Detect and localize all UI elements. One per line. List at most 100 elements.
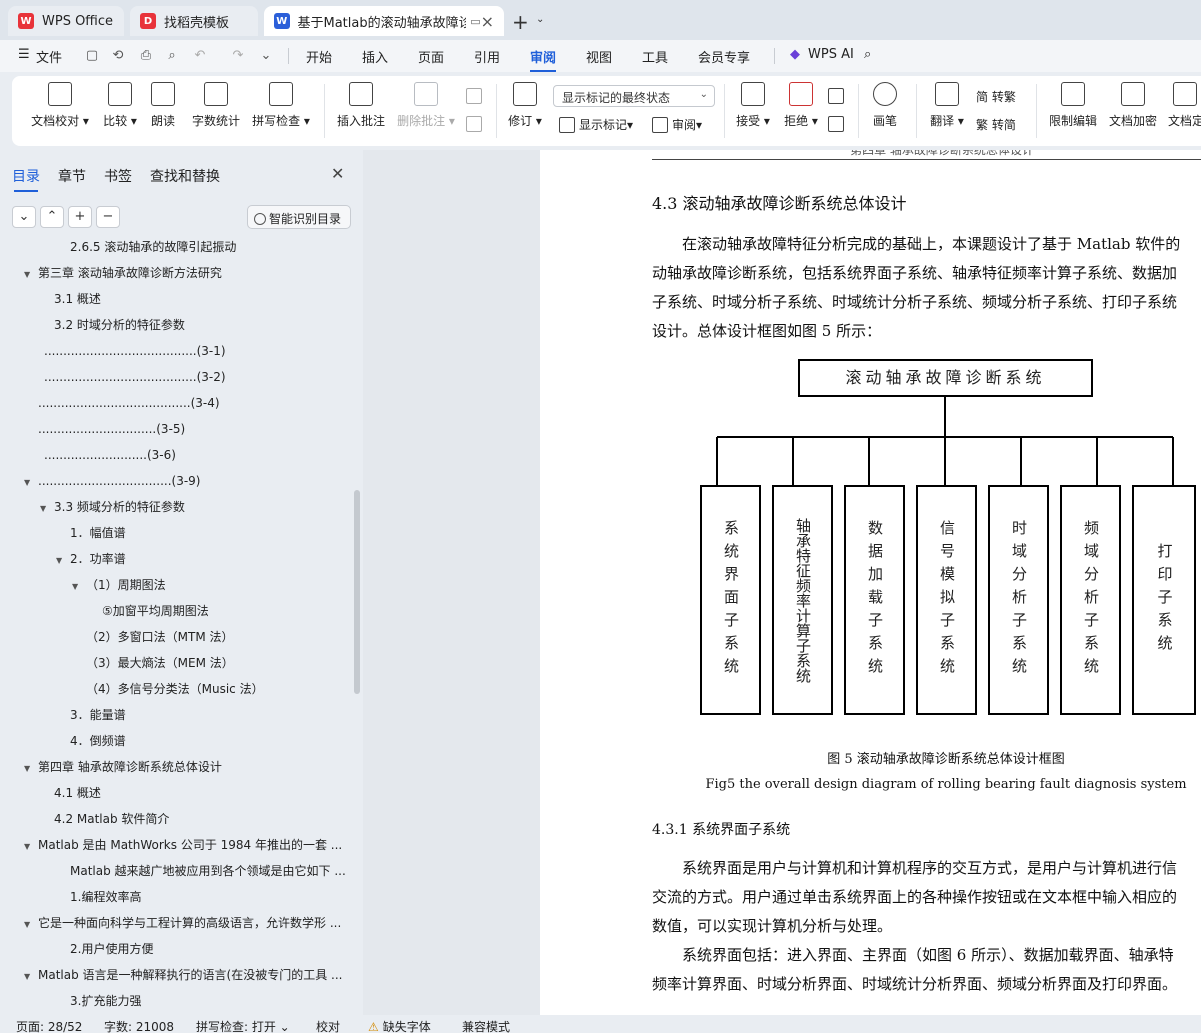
toc-item[interactable]: 1.编程效率高 — [0, 884, 350, 910]
prev-change-icon[interactable] — [828, 88, 848, 104]
toc-item[interactable]: （2）多窗口法（MTM 法） — [0, 624, 350, 650]
menu-review[interactable]: 审阅 — [530, 47, 557, 72]
delete-comment-button[interactable]: 删除批注 ▾ — [396, 82, 456, 129]
toc-item[interactable]: 2.6.5 滚动轴承的故障引起振动 — [0, 238, 350, 260]
collapse-arrow-icon[interactable]: ▼ — [24, 470, 36, 494]
translate-button[interactable]: 翻译 ▾ — [928, 82, 966, 129]
close-tab-icon[interactable]: × — [481, 12, 494, 31]
doc-finalize-button[interactable]: 文档定 — [1168, 82, 1201, 129]
word-count-status[interactable]: 字数: 21008 — [104, 1018, 174, 1033]
toc-scrollbar[interactable] — [354, 490, 360, 694]
toc-item[interactable]: ...............................(3-5) — [0, 416, 350, 442]
proofread-status[interactable]: 校对 — [316, 1018, 340, 1033]
toc-item[interactable]: （4）多信号分类法（Music 法） — [0, 676, 350, 702]
toc-item[interactable]: ........................................… — [0, 338, 350, 364]
review-pane-button[interactable]: 审阅 ▾ — [652, 116, 702, 133]
word-count-button[interactable]: 字数统计 — [188, 82, 244, 129]
page-indicator[interactable]: 页面: 28/52 — [16, 1018, 82, 1033]
menu-file[interactable]: 文件 — [36, 47, 62, 66]
next-change-icon[interactable] — [828, 116, 848, 132]
expand-down-button[interactable]: ⌄ — [12, 206, 36, 228]
tab-wps-office[interactable]: W WPS Office — [8, 6, 124, 36]
toc-item[interactable]: ▼ ...................................(3-9… — [0, 468, 350, 494]
toc-item[interactable]: 3.1 概述 — [0, 286, 350, 312]
toc-item[interactable]: ▼ 3.3 频域分析的特征参数 — [0, 494, 350, 520]
toc-item[interactable]: 3．能量谱 — [0, 702, 350, 728]
toc-item[interactable]: ........................................… — [0, 364, 350, 390]
read-aloud-button[interactable]: 朗读 — [148, 82, 178, 129]
collapse-up-button[interactable]: ⌃ — [40, 206, 64, 228]
close-pane-icon[interactable]: ✕ — [331, 164, 344, 183]
redo-icon[interactable]: ↷ — [230, 48, 246, 64]
menu-tools[interactable]: 工具 — [642, 47, 668, 66]
collapse-arrow-icon[interactable]: ▼ — [24, 964, 36, 988]
menu-home[interactable]: 开始 — [306, 47, 332, 66]
tab-document[interactable]: W 基于Matlab的滚动轴承故障诊 ▭ × — [264, 6, 504, 36]
menu-references[interactable]: 引用 — [474, 47, 500, 66]
spell-check-status[interactable]: 拼写检查: 打开 ⌄ — [196, 1018, 290, 1033]
collapse-arrow-icon[interactable]: ▼ — [24, 912, 36, 936]
toc-item[interactable]: ⑤加窗平均周期图法 — [0, 598, 350, 624]
undo-icon[interactable]: ↶ — [192, 48, 208, 64]
show-markup-button[interactable]: 显示标记 ▾ — [559, 116, 633, 133]
to-traditional-button[interactable]: 简 转繁 — [976, 88, 1016, 105]
accept-button[interactable]: 接受 ▾ — [734, 82, 772, 129]
doc-check-button[interactable]: 文档校对 ▾ — [28, 82, 92, 129]
remove-heading-button[interactable]: − — [96, 206, 120, 228]
print-icon[interactable]: ⎙ — [138, 48, 154, 64]
save-icon[interactable]: ▢ — [84, 48, 100, 64]
reject-button[interactable]: 拒绝 ▾ — [782, 82, 820, 129]
toc-item[interactable]: ▼ 2．功率谱 — [0, 546, 350, 572]
prev-comment-icon[interactable] — [466, 88, 486, 104]
toc-item[interactable]: 4．倒频谱 — [0, 728, 350, 754]
toc-item[interactable]: ........................................… — [0, 390, 350, 416]
toc-item[interactable]: 4.2 Matlab 软件简介 — [0, 806, 350, 832]
compare-button[interactable]: 比较 ▾ — [98, 82, 142, 129]
revise-button[interactable]: 修订 ▾ — [506, 82, 544, 129]
toc-item[interactable]: Matlab 越来越广地被应用到各个领域是由它如下 ... — [0, 858, 350, 884]
menu-member[interactable]: 会员专享 — [698, 47, 750, 66]
share-icon[interactable]: ⟲ — [110, 48, 126, 64]
menu-insert[interactable]: 插入 — [362, 47, 388, 66]
toc-item[interactable]: ▼ （1）周期图法 — [0, 572, 350, 598]
markup-state-select[interactable]: 显示标记的最终状态 ⌄ — [553, 85, 715, 107]
search-icon[interactable]: ⌕ — [864, 47, 871, 62]
menu-view[interactable]: 视图 — [586, 47, 612, 66]
toc-item[interactable]: ▼ Matlab 语言是一种解释执行的语言(在没被专门的工具 ... — [0, 962, 350, 988]
toc-item[interactable]: 3.2 时域分析的特征参数 — [0, 312, 350, 338]
hamburger-menu-icon[interactable]: ☰ — [18, 47, 30, 62]
print-preview-icon[interactable]: ⌕ — [164, 48, 180, 64]
doc-encrypt-button[interactable]: 文档加密 — [1108, 82, 1158, 129]
toc-item[interactable]: ▼ 它是一种面向科学与工程计算的高级语言，允许数学形 ... — [0, 910, 350, 936]
toc-item[interactable]: ▼ 第四章 轴承故障诊断系统总体设计 — [0, 754, 350, 780]
tab-docer[interactable]: D 找稻壳模板 — [130, 6, 258, 36]
spell-check-button[interactable]: 拼写检查 ▾ — [250, 82, 312, 129]
pen-button[interactable]: 画笔 — [870, 82, 900, 129]
collapse-arrow-icon[interactable]: ▼ — [24, 756, 36, 780]
chevron-down-icon[interactable]: ⌄ — [536, 14, 544, 25]
collapse-arrow-icon[interactable]: ▼ — [24, 262, 36, 286]
restrict-edit-button[interactable]: 限制编辑 — [1048, 82, 1098, 129]
new-tab-button[interactable]: + — [512, 10, 529, 34]
collapse-arrow-icon[interactable]: ▼ — [56, 548, 68, 572]
smart-toc-button[interactable]: 智能识别目录 — [247, 205, 351, 229]
toc-item[interactable]: ▼ 第三章 滚动轴承故障诊断方法研究 — [0, 260, 350, 286]
missing-font-status[interactable]: ⚠ 缺失字体 — [368, 1018, 431, 1033]
insert-comment-button[interactable]: 插入批注 — [336, 82, 386, 129]
chevron-down-icon[interactable]: ⌄ — [258, 48, 274, 64]
collapse-arrow-icon[interactable]: ▼ — [40, 496, 52, 520]
toc-item[interactable]: 4.1 概述 — [0, 780, 350, 806]
tab-chapters[interactable]: 章节 — [58, 166, 86, 186]
toc-item[interactable]: 1．幅值谱 — [0, 520, 350, 546]
toc-item[interactable]: ...........................(3-6) — [0, 442, 350, 468]
next-comment-icon[interactable] — [466, 116, 486, 132]
add-heading-button[interactable]: + — [68, 206, 92, 228]
toc-item[interactable]: 3.扩充能力强 — [0, 988, 350, 1014]
tab-toc[interactable]: 目录 — [12, 166, 40, 192]
wps-ai-button[interactable]: WPS AI — [808, 47, 854, 62]
collapse-arrow-icon[interactable]: ▼ — [24, 834, 36, 858]
tab-bookmarks[interactable]: 书签 — [104, 166, 132, 186]
toc-item[interactable]: ▼ Matlab 是由 MathWorks 公司于 1984 年推出的一套 ... — [0, 832, 350, 858]
menu-page[interactable]: 页面 — [418, 47, 444, 66]
collapse-arrow-icon[interactable]: ▼ — [72, 574, 84, 598]
